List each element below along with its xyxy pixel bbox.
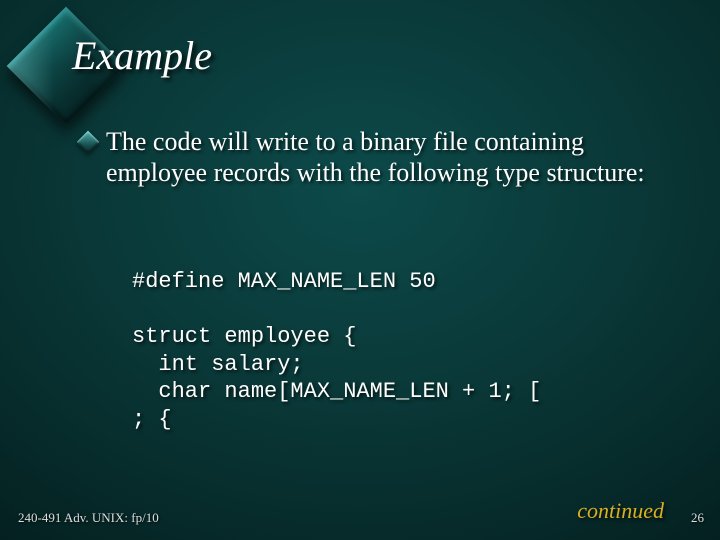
continued-label: continued xyxy=(577,498,664,524)
footer-text: 240-491 Adv. UNIX: fp/10 xyxy=(18,510,159,526)
slide: Example The code will write to a binary … xyxy=(0,0,720,540)
diamond-bullet-icon xyxy=(77,131,100,154)
bullet-item: The code will write to a binary file con… xyxy=(80,126,670,188)
page-number: 26 xyxy=(691,510,704,526)
slide-body: The code will write to a binary file con… xyxy=(80,126,670,188)
bullet-text: The code will write to a binary file con… xyxy=(106,126,670,188)
code-block: #define MAX_NAME_LEN 50 struct employee … xyxy=(132,268,541,433)
slide-title: Example xyxy=(72,32,212,79)
